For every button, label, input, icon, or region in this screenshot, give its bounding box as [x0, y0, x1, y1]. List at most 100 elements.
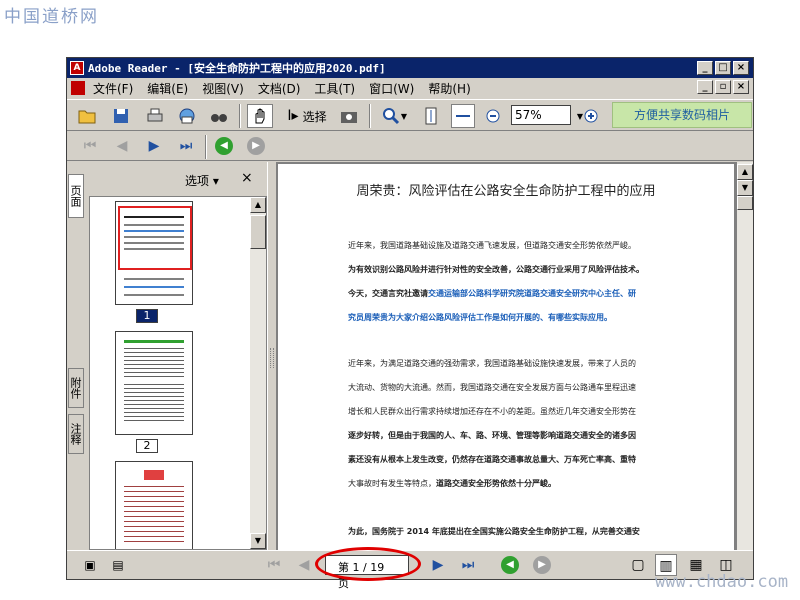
side-tabs: 页面 附件 注释 [67, 162, 85, 550]
email-button[interactable] [175, 104, 199, 128]
reader-window: A Adobe Reader - [安全生命防护工程中的应用2020.pdf] … [66, 57, 754, 590]
thumb-text-block [124, 348, 184, 378]
highlighted-text: 交通运输部公路科学研究院道路交通安全研究中心主任、研 [428, 289, 636, 298]
previous-page-icon[interactable]: ◀ [111, 135, 133, 157]
zoom-in-button[interactable] [581, 104, 601, 128]
menu-view[interactable]: 视图(V) [202, 80, 244, 97]
menu-tools[interactable]: 工具(T) [314, 80, 355, 97]
page-thumbnail-2[interactable] [115, 331, 193, 435]
menu-edit[interactable]: 编辑(E) [147, 80, 188, 97]
page-setup-icon[interactable]: ▤ [107, 554, 129, 576]
options-dropdown[interactable]: 选项 ▾ [185, 172, 219, 189]
page-number-label-2[interactable]: 2 [136, 439, 158, 453]
scroll-thumb[interactable] [737, 196, 753, 210]
text-line: 为有效识别公路风险并进行针对性的安全改善，公路交通行业采用了风险评估技术。 [348, 265, 644, 274]
tab-attachments[interactable]: 附件 [68, 368, 84, 408]
hand-tool-button[interactable] [247, 104, 273, 128]
last-page-icon[interactable]: ⏭ [457, 554, 479, 576]
scroll-thumb[interactable] [250, 215, 266, 249]
page-thumbnail-3[interactable] [115, 461, 193, 549]
select-label: 选择 [302, 109, 327, 124]
tab-pages[interactable]: 页面 [68, 174, 84, 218]
page-number-label-1[interactable]: 1 [136, 309, 158, 323]
menu-document[interactable]: 文档(D) [258, 80, 301, 97]
text-line: 逐步好转，但是由于我国的人、车、路、环境、管理等影响道路交通安全的诸多因 [348, 431, 636, 440]
email-globe-icon [179, 108, 195, 124]
doc-close-button[interactable]: × [733, 80, 749, 94]
select-tool-button[interactable]: I▸ 选择 [279, 104, 335, 128]
splitter-grip[interactable] [270, 348, 274, 368]
binoculars-icon [211, 114, 227, 122]
close-button[interactable]: × [733, 61, 749, 75]
printer-icon [147, 108, 163, 122]
menu-bar: 文件(F) 编辑(E) 视图(V) 文档(D) 工具(T) 窗口(W) 帮助(H… [67, 78, 753, 98]
hand-icon [255, 108, 265, 124]
tab-comments[interactable]: 注释 [68, 414, 84, 454]
menu-help[interactable]: 帮助(H) [428, 80, 470, 97]
doc-restore-button[interactable]: ▫ [715, 80, 731, 94]
page-thumbnail-1[interactable] [115, 201, 193, 305]
magnifier-icon [382, 108, 399, 125]
document-icon[interactable] [71, 81, 85, 95]
thumb-line [124, 248, 184, 250]
first-page-icon[interactable]: ⏮ [79, 135, 101, 157]
zoom-in-tool-button[interactable]: ▼ [377, 104, 411, 128]
toolbar-separator [239, 104, 241, 128]
thumb-line [124, 294, 184, 296]
minimize-button[interactable]: _ [697, 61, 713, 75]
doc-minimize-button[interactable]: _ [697, 80, 713, 94]
go-back-icon[interactable]: ◀ [215, 137, 233, 155]
pane-splitter[interactable] [267, 162, 277, 550]
thumb-text-block [124, 384, 184, 424]
highlighted-text: 究员周荣贵为大家介绍公路风险评估工作是如何开展的、有哪些实际应用。 [348, 313, 612, 322]
thumb-image [144, 470, 164, 480]
chevron-down-icon: ▼ [400, 111, 408, 121]
fit-height-icon [425, 107, 437, 125]
next-page-icon[interactable]: ▶ [427, 554, 449, 576]
search-button[interactable] [207, 104, 231, 128]
go-back-icon[interactable]: ◀ [501, 556, 519, 574]
first-page-icon[interactable]: ⏮ [263, 554, 285, 576]
print-button[interactable] [143, 104, 167, 128]
thumb-line [124, 230, 184, 232]
text-line: 增长和人民群众出行需求持续增加还存在不小的差距。虽然近几年交通安全形势在 [348, 407, 636, 416]
thumb-line [124, 286, 184, 288]
scroll-up-icon[interactable]: ▲ [250, 197, 266, 213]
thumb-line [124, 216, 184, 218]
thumb-line [124, 340, 184, 343]
scroll-up-icon[interactable]: ▲ [737, 164, 753, 180]
share-photos-button[interactable]: 方便共享数码相片 [612, 102, 752, 128]
scroll-down-small-icon[interactable]: ▼ [737, 180, 753, 196]
document-scrollbar[interactable]: ▲ ▼ [737, 162, 753, 550]
toolbar-separator [369, 104, 371, 128]
open-button[interactable] [75, 104, 99, 128]
menu-file[interactable]: 文件(F) [93, 80, 133, 97]
maximize-button[interactable]: □ [715, 61, 731, 75]
snapshot-button[interactable] [337, 104, 361, 128]
zoom-level-input[interactable]: 57% [511, 105, 571, 125]
actual-size-button[interactable] [419, 104, 443, 128]
thumbnail-scrollbar[interactable]: ▲ ▼ [250, 197, 266, 549]
status-bar: ▣ ▤ ⏮ ◀ 第 1 / 19 页 ▶ ⏭ ◀ ▶ ▢ ▥ ▦ ◫ [67, 547, 753, 590]
paragraph-body: 近年来，为满足道路交通的强劲需求，我国道路基础设施快速发展，带来了人员的 大流动… [348, 352, 668, 496]
pages-pane: 页面 附件 注释 选项 ▾ × 1 2 ▲ ▼ [67, 162, 267, 550]
save-button[interactable] [109, 104, 133, 128]
fit-width-button[interactable] [451, 104, 475, 128]
scroll-down-icon[interactable]: ▼ [250, 533, 266, 549]
zoom-out-button[interactable] [483, 104, 503, 128]
title-bar[interactable]: A Adobe Reader - [安全生命防护工程中的应用2020.pdf] … [67, 58, 753, 78]
go-forward-icon[interactable]: ▶ [247, 137, 265, 155]
close-pane-button[interactable]: × [241, 170, 253, 186]
thumb-line [124, 236, 184, 238]
text-line: 道路交通安全形势依然十分严峻。 [436, 479, 556, 488]
red-highlight-circle [315, 547, 421, 581]
previous-page-icon[interactable]: ◀ [293, 554, 315, 576]
go-forward-icon[interactable]: ▶ [533, 556, 551, 574]
menu-window[interactable]: 窗口(W) [369, 80, 414, 97]
last-page-icon[interactable]: ⏭ [175, 135, 197, 157]
monitor-icon[interactable]: ▣ [79, 554, 101, 576]
single-page-icon[interactable]: ▢ [627, 554, 649, 576]
next-page-icon[interactable]: ▶ [143, 135, 165, 157]
thumb-line [124, 224, 184, 226]
text-line: 为此，国务院于 2014 年底提出在全国实施公路安全生命防护工程，从完善交通安 [348, 527, 640, 536]
